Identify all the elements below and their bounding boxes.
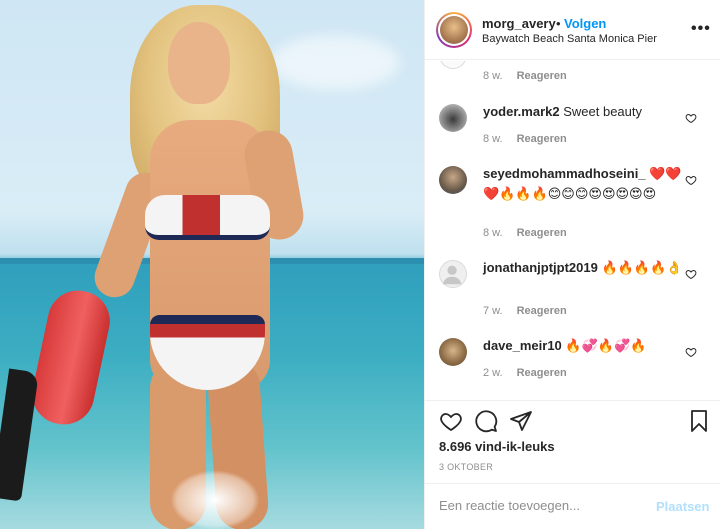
reply-button[interactable]: Reageren <box>517 305 567 317</box>
comment-age: 7 w. <box>483 305 503 317</box>
comment-age: 8 w. <box>483 227 503 239</box>
comment-avatar[interactable] <box>439 104 467 132</box>
save-bookmark-icon[interactable] <box>687 409 711 433</box>
likes-count[interactable]: 8.696 vind-ik-leuks <box>439 439 555 454</box>
comment-meta: 8 w. Reageren <box>483 70 567 82</box>
post-date[interactable]: 3 OKTOBER <box>439 462 493 472</box>
like-comment-heart-icon[interactable] <box>685 268 697 280</box>
comment-age: 8 w. <box>483 133 503 145</box>
post-comment-button[interactable]: Plaatsen <box>656 499 709 514</box>
add-comment-input[interactable] <box>439 498 639 513</box>
comment-meta: 8 w. Reageren <box>483 133 567 145</box>
header-separator: • <box>556 16 561 31</box>
bikini-top <box>145 195 270 240</box>
comment-avatar[interactable] <box>439 166 467 194</box>
comment-username[interactable]: seyedmohammadhoseini_ <box>483 166 646 181</box>
comment-avatar[interactable] <box>439 260 467 288</box>
follow-button[interactable]: Volgen <box>564 16 606 31</box>
default-avatar-icon <box>442 265 462 285</box>
author-avatar[interactable] <box>436 12 472 48</box>
comment-username[interactable]: jonathanjptjpt2019 <box>483 260 598 275</box>
reply-button[interactable]: Reageren <box>517 133 567 145</box>
reply-button[interactable]: Reageren <box>517 227 567 239</box>
reply-button[interactable]: Reageren <box>517 70 567 82</box>
comment-age: 8 w. <box>483 70 503 82</box>
comment-avatar[interactable] <box>439 338 467 366</box>
post-location[interactable]: Baywatch Beach Santa Monica Pier <box>482 33 657 45</box>
comment-text: dave_meir10 🔥💞🔥💞🔥 <box>483 336 683 356</box>
post-header: morg_avery • Volgen Baywatch Beach Santa… <box>425 0 720 60</box>
comment-text: yoder.mark2 Sweet beauty <box>483 102 683 122</box>
like-comment-heart-icon[interactable] <box>685 346 697 358</box>
comment-body: Sweet beauty <box>563 104 643 119</box>
comment-meta: 2 w. Reageren <box>483 367 567 379</box>
post-actions: 8.696 vind-ik-leuks 3 OKTOBER <box>425 400 720 482</box>
like-comment-heart-icon[interactable] <box>685 174 697 186</box>
like-heart-icon[interactable] <box>439 409 463 433</box>
comment-avatar[interactable] <box>439 61 467 69</box>
post-side-panel: morg_avery • Volgen Baywatch Beach Santa… <box>424 0 720 529</box>
author-username[interactable]: morg_avery <box>482 16 556 31</box>
comments-list[interactable]: 8 w. Reageren yoder.mark2 Sweet beauty 8 … <box>425 61 720 399</box>
cloud <box>270 35 400 90</box>
comment-age: 2 w. <box>483 367 503 379</box>
comment-meta: 8 w. Reageren <box>483 227 567 239</box>
water-splash <box>170 470 260 529</box>
comment-body: 🔥💞🔥💞🔥 <box>565 338 647 353</box>
share-paper-plane-icon[interactable] <box>509 409 533 433</box>
comment-body: 🔥🔥🔥🔥👌 <box>601 260 683 275</box>
more-options-icon[interactable]: ••• <box>691 20 711 38</box>
comment-bubble-icon[interactable] <box>474 409 498 433</box>
comment-username[interactable]: yoder.mark2 <box>483 104 560 119</box>
comment-text: jonathanjptjpt2019 🔥🔥🔥🔥👌 <box>483 258 683 278</box>
model-face <box>168 22 230 104</box>
post-photo[interactable] <box>0 0 424 529</box>
reply-button[interactable]: Reageren <box>517 367 567 379</box>
comment-meta: 7 w. Reageren <box>483 305 567 317</box>
comment-username[interactable]: dave_meir10 <box>483 338 562 353</box>
comment-composer: Plaatsen <box>425 483 720 529</box>
comment-text: seyedmohammadhoseini_ ❤️❤️❤️🔥🔥🔥😊😊😊😍😍😍😍😍 <box>483 164 683 204</box>
like-comment-heart-icon[interactable] <box>685 112 697 124</box>
